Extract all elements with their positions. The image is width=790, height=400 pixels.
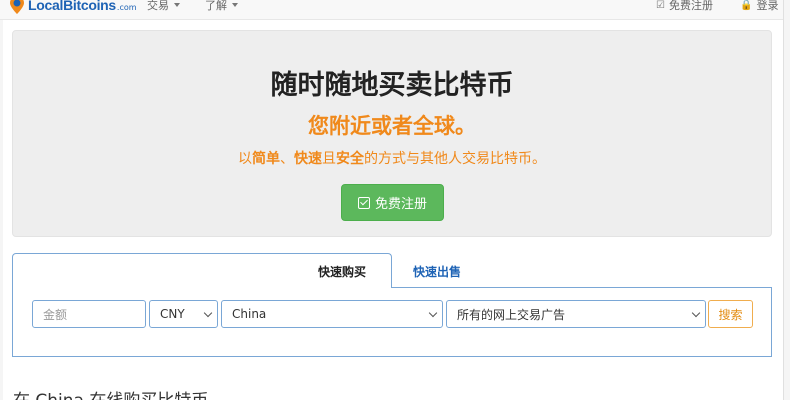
tab-quick-buy[interactable]: 快速购买 [12, 253, 392, 288]
quick-trade-form: 金额 CNY China 所有的网上交易广告 搜索 [12, 287, 772, 357]
nav-login-label: 登录 [756, 0, 779, 12]
search-button[interactable]: 搜索 [708, 300, 753, 328]
chevron-down-icon [691, 308, 701, 318]
check-square-icon [357, 196, 370, 209]
tab-quick-sell-label: 快速出售 [412, 264, 461, 279]
hero-description: 以简单、快速且安全的方式与其他人交易比特币。 [13, 148, 771, 168]
window-edge-left [0, 0, 3, 400]
chevron-down-icon [174, 3, 180, 7]
brand-name: LocalBitcoins [28, 0, 116, 13]
country-select-value: China [232, 307, 267, 321]
nav-menu-trade-label: 交易 [147, 0, 169, 12]
payment-method-select-value: 所有的网上交易广告 [457, 307, 566, 322]
quick-trade-panel: 金额 CNY China 所有的网上交易广告 搜索 快速购买 快速出售 [12, 253, 772, 357]
tab-quick-sell[interactable]: 快速出售 [392, 253, 482, 289]
hero-desc-part: 、 [280, 151, 294, 167]
map-pin-logo-icon [10, 0, 24, 14]
nav-menu-learn-label: 了解 [205, 0, 227, 12]
hero-desc-emphasis: 安全 [336, 151, 364, 167]
tab-quick-buy-label: 快速购买 [318, 264, 367, 279]
hero-desc-emphasis: 简单 [252, 151, 280, 167]
top-navbar: LocalBitcoins .com 交易 了解 ☑ 免费注册 🔒 登录 [0, 0, 790, 20]
nav-menu-trade[interactable]: 交易 [147, 0, 180, 20]
nav-signup-label: 免费注册 [668, 0, 713, 12]
hero-desc-part: 的方式与其他人交易比特币。 [364, 151, 546, 167]
free-signup-label: 免费注册 [374, 197, 427, 212]
currency-select-value: CNY [160, 307, 185, 321]
brand-logo-link[interactable]: LocalBitcoins .com [10, 0, 137, 20]
section-heading: 在 China 在线购买比特币 [13, 386, 208, 400]
free-signup-button[interactable]: 免费注册 [341, 184, 444, 221]
hero-desc-part: 且 [322, 151, 336, 167]
hero-jumbotron: 随时随地买卖比特币 您附近或者全球。 以简单、快速且安全的方式与其他人交易比特币… [12, 30, 772, 237]
nav-menu-learn[interactable]: 了解 [205, 0, 238, 20]
nav-login-link[interactable]: 🔒 登录 [740, 0, 778, 20]
amount-input[interactable]: 金额 [32, 300, 146, 328]
hero-title: 随时随地买卖比特币 [270, 70, 514, 101]
payment-method-select[interactable]: 所有的网上交易广告 [446, 300, 706, 328]
edit-icon: ☑ [656, 0, 665, 11]
country-select[interactable]: China [221, 300, 443, 328]
chevron-down-icon [232, 3, 238, 7]
hero-subtitle: 您附近或者全球。 [308, 114, 476, 138]
currency-select[interactable]: CNY [149, 300, 218, 328]
brand-suffix: .com [116, 2, 137, 12]
hero-desc-emphasis: 快速 [294, 151, 322, 167]
nav-signup-link[interactable]: ☑ 免费注册 [656, 0, 713, 20]
hero-desc-part: 以 [238, 151, 252, 167]
chevron-down-icon [428, 308, 438, 318]
lock-icon: 🔒 [740, 0, 753, 11]
window-edge-right [783, 0, 790, 400]
chevron-down-icon [203, 308, 213, 318]
